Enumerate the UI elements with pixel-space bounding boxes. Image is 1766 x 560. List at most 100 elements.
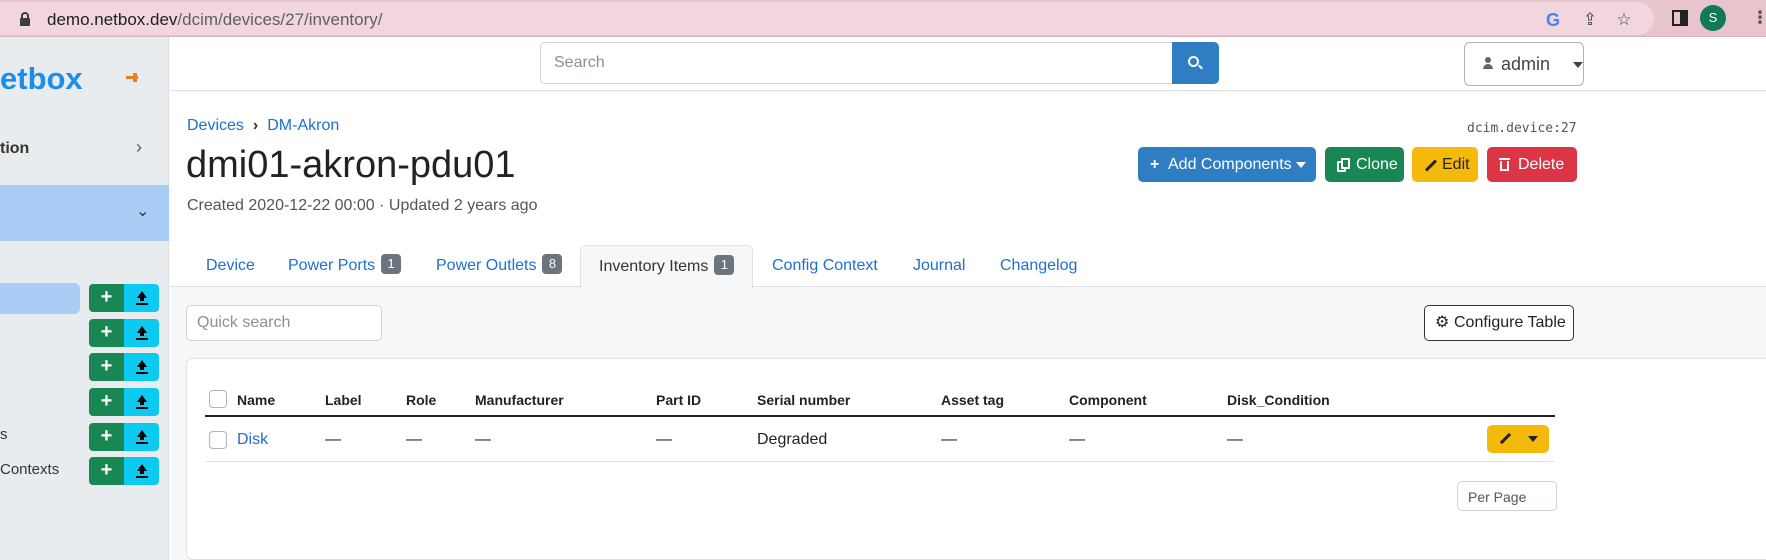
side-panel-icon[interactable] [1670, 8, 1690, 28]
add-components-button[interactable]: + Add Components [1138, 147, 1316, 182]
clone-button[interactable]: Clone [1325, 147, 1404, 182]
add-button[interactable]: + [89, 457, 124, 485]
cell-serial-number: Degraded [757, 431, 828, 448]
tab-power-outlets[interactable]: Power Outlets 8 [436, 245, 563, 288]
sidebar-item-active[interactable] [0, 283, 80, 314]
page-meta: Created 2020-12-22 00:00 · Updated 2 yea… [187, 197, 538, 214]
search-button[interactable] [1172, 42, 1219, 84]
select-all-checkbox[interactable] [209, 390, 227, 408]
object-identifier[interactable]: dcim.device:27 [1467, 121, 1577, 136]
column-header-manufacturer[interactable]: Manufacturer [475, 392, 564, 408]
breadcrumb-site[interactable]: DM-Akron [267, 117, 339, 134]
pencil-icon [1424, 159, 1438, 172]
table-header-divider [205, 415, 1555, 417]
import-button[interactable] [124, 319, 159, 347]
add-button[interactable]: + [89, 319, 124, 347]
tab-device[interactable]: Device [206, 245, 255, 288]
url-text[interactable]: demo.netbox.dev/dcim/devices/27/inventor… [47, 10, 382, 30]
cell-name-link[interactable]: Disk [237, 431, 268, 449]
configure-table-button[interactable]: ⚙ Configure Table [1424, 305, 1574, 341]
tab-config-context[interactable]: Config Context [772, 245, 878, 288]
import-button[interactable] [124, 388, 159, 416]
import-button[interactable] [124, 284, 159, 312]
tab-inventory-items[interactable]: Inventory Items 1 [580, 245, 754, 288]
top-navbar: Search admin [170, 37, 1766, 91]
user-icon [1483, 57, 1493, 69]
column-header-role[interactable]: Role [406, 392, 436, 408]
breadcrumb-devices[interactable]: Devices [187, 117, 244, 134]
import-button[interactable] [124, 353, 159, 381]
column-header-disk-condition[interactable]: Disk_Condition [1227, 392, 1330, 408]
bookmark-star-icon[interactable]: ☆ [1614, 10, 1634, 30]
count-badge: 1 [381, 254, 402, 274]
chevron-down-icon: ⌄ [136, 203, 150, 220]
count-badge: 1 [714, 255, 735, 275]
sidebar-row-actions: + [89, 353, 159, 381]
sidebar-section-active[interactable]: ⌄ [0, 185, 169, 241]
per-page-select[interactable]: Per Page [1457, 481, 1557, 511]
user-menu-button[interactable]: admin [1464, 42, 1584, 86]
netbox-logo[interactable]: etbox [0, 61, 83, 97]
breadcrumb: Devices › DM-Akron [187, 117, 339, 135]
profile-avatar[interactable]: S [1700, 5, 1726, 31]
cell-component: — [1069, 431, 1085, 448]
sidebar-row-actions: + [89, 457, 159, 485]
sidebar-row-actions: + [89, 284, 159, 312]
browser-menu-icon[interactable]: ⋮ [1750, 8, 1766, 28]
cell-disk-condition: — [1227, 431, 1243, 448]
chevron-down-icon [1528, 436, 1538, 442]
sidebar-item-label[interactable]: s [0, 426, 8, 443]
add-button[interactable]: + [89, 423, 124, 451]
column-header-component[interactable]: Component [1069, 392, 1147, 408]
clone-icon [1337, 158, 1350, 172]
chevron-right-icon[interactable]: › [136, 137, 142, 158]
inventory-table-card: Name Label Role Manufacturer Part ID Ser… [186, 358, 1766, 560]
column-header-asset-tag[interactable]: Asset tag [941, 392, 1004, 408]
chevron-down-icon [1573, 62, 1583, 68]
address-bar[interactable]: demo.netbox.dev/dcim/devices/27/inventor… [0, 2, 1654, 35]
lock-icon[interactable] [20, 12, 30, 26]
username: admin [1501, 54, 1551, 74]
tab-changelog[interactable]: Changelog [1000, 245, 1077, 288]
edit-button[interactable]: Edit [1412, 147, 1478, 182]
add-button[interactable]: + [89, 353, 124, 381]
pencil-icon [1499, 432, 1512, 445]
cell-asset-tag: — [941, 431, 957, 448]
table-row-divider [205, 461, 1555, 462]
column-header-part-id[interactable]: Part ID [656, 392, 701, 408]
page-title: dmi01-akron-pdu01 [186, 144, 516, 186]
import-button[interactable] [124, 423, 159, 451]
tab-journal[interactable]: Journal [913, 245, 965, 288]
add-button[interactable]: + [89, 284, 124, 312]
column-header-serial-number[interactable]: Serial number [757, 392, 850, 408]
sidebar: etbox tion › ⌄ + + + + + + s Contexts [0, 37, 169, 560]
cell-manufacturer: — [475, 431, 491, 448]
breadcrumb-separator: › [252, 117, 259, 134]
row-select-checkbox[interactable] [209, 431, 227, 449]
count-badge: 8 [542, 254, 563, 274]
column-header-name[interactable]: Name [237, 392, 275, 408]
sidebar-row-actions: + [89, 319, 159, 347]
cell-label: — [325, 431, 341, 448]
add-button[interactable]: + [89, 388, 124, 416]
quick-search-input[interactable]: Quick search [186, 305, 382, 341]
gear-icon: ⚙ [1435, 314, 1450, 331]
column-header-label[interactable]: Label [325, 392, 362, 408]
sidebar-section-label[interactable]: tion [0, 140, 29, 158]
pin-sidebar-icon[interactable] [126, 73, 138, 82]
cell-role: — [406, 431, 422, 448]
sidebar-row-actions: + [89, 423, 159, 451]
sidebar-row-actions: + [89, 388, 159, 416]
search-input[interactable]: Search [540, 42, 1174, 84]
object-tabs: Device Power Ports 1 Power Outlets 8 Inven… [170, 245, 1766, 288]
share-icon[interactable]: ⇪ [1580, 10, 1600, 30]
delete-button[interactable]: Delete [1487, 147, 1577, 182]
tab-power-ports[interactable]: Power Ports 1 [288, 245, 402, 288]
row-edit-dropdown[interactable] [1487, 425, 1549, 453]
google-icon[interactable]: G [1543, 10, 1563, 30]
chevron-down-icon [1296, 162, 1306, 168]
import-button[interactable] [124, 457, 159, 485]
plus-icon: + [1150, 156, 1160, 173]
cell-part-id: — [656, 431, 672, 448]
sidebar-item-label[interactable]: Contexts [0, 461, 59, 478]
